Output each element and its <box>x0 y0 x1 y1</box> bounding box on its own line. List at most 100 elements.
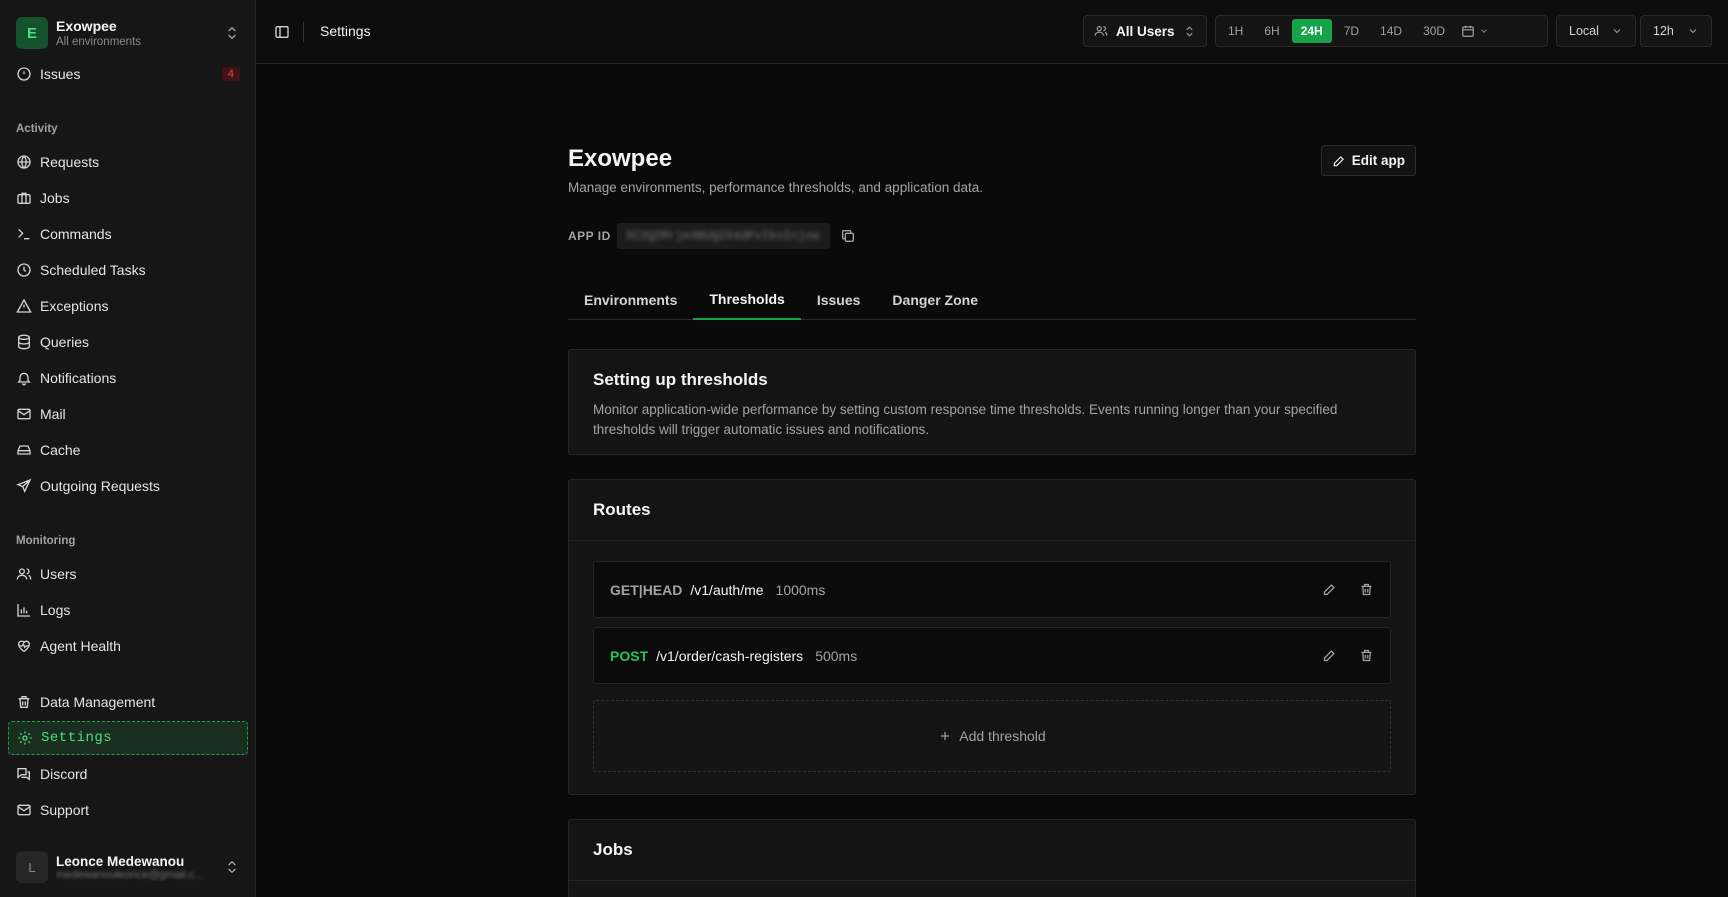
sidebar-item-label: Data Management <box>40 694 156 710</box>
copy-icon[interactable] <box>840 228 856 244</box>
sidebar-item-label: Scheduled Tasks <box>40 262 146 278</box>
workspace-switcher[interactable]: E Exowpee All environments <box>16 16 240 50</box>
sidebar-item-mail[interactable]: Mail <box>8 397 248 431</box>
app-id-text: 3C2QZMrje4BUQZ64dPvIkoInjow <box>625 229 820 243</box>
alert-circle-icon <box>17 67 31 81</box>
sidebar-item-support[interactable]: Support <box>8 793 248 827</box>
sidebar-item-data-management[interactable]: Data Management <box>8 685 248 719</box>
sidebar-item-label: Queries <box>40 334 90 350</box>
plus-icon <box>941 731 950 741</box>
sidebar-item-notifications[interactable]: Notifications <box>8 361 248 395</box>
issues-count-badge: 4 <box>221 67 240 81</box>
routes-card-header: Routes <box>569 480 1415 541</box>
bar-chart-icon <box>17 604 30 617</box>
edit-app-label: Edit app <box>1351 153 1405 168</box>
sidebar-item-outgoing-requests[interactable]: Outgoing Requests <box>8 469 248 503</box>
user-name: Leonce Medewanou <box>56 853 185 869</box>
range-14d-button[interactable]: 14D <box>1371 19 1411 43</box>
sidebar-item-label: Users <box>40 566 77 582</box>
routes-card: Routes GET|HEAD /v1/auth/me 1000ms POST … <box>568 479 1416 795</box>
sidebar-item-label: Outgoing Requests <box>40 478 160 494</box>
users-icon <box>1094 26 1108 36</box>
intro-description: Monitor application-wide performance by … <box>593 400 1391 440</box>
jobs-card: Jobs <box>568 819 1416 897</box>
sidebar-item-cache[interactable]: Cache <box>8 433 248 467</box>
globe-icon <box>17 155 31 169</box>
chevron-down-icon <box>1689 29 1697 34</box>
route-path: /v1/auth/me <box>690 581 764 598</box>
chat-bubbles-icon <box>17 768 30 781</box>
time-range-selector: 1H 6H 24H 7D 14D 30D <box>1215 15 1548 47</box>
trash-icon[interactable] <box>1359 582 1374 597</box>
trash-icon[interactable] <box>1359 648 1374 663</box>
threshold-row: POST /v1/order/cash-registers 500ms <box>593 627 1391 684</box>
sidebar-item-agent-health[interactable]: Agent Health <box>8 629 248 663</box>
sidebar-item-scheduled-tasks[interactable]: Scheduled Tasks <box>8 253 248 287</box>
briefcase-icon <box>17 192 31 204</box>
pencil-icon[interactable] <box>1322 582 1337 597</box>
pencil-icon[interactable] <box>1322 648 1337 663</box>
sidebar-item-label: Commands <box>40 226 112 242</box>
intro-description-line: Monitor application-wide performance by … <box>593 402 1338 417</box>
tab-environments[interactable]: Environments <box>568 279 693 320</box>
sidebar-item-requests[interactable]: Requests <box>8 145 248 179</box>
app-id-value: 3C2QZMrje4BUQZ64dPvIkoInjow <box>617 223 830 249</box>
clock-format-select[interactable]: 12h <box>1640 15 1712 47</box>
topbar: Settings All Users 1H 6H 24H 7D 14D 30D <box>256 0 1728 64</box>
add-threshold-label: Add threshold <box>959 728 1046 744</box>
range-1h-button[interactable]: 1H <box>1219 19 1252 43</box>
sidebar-item-logs[interactable]: Logs <box>8 593 248 627</box>
tab-thresholds[interactable]: Thresholds <box>693 279 801 320</box>
users-filter-dropdown[interactable]: All Users <box>1083 15 1207 47</box>
settings-tabs: Environments Thresholds Issues Danger Zo… <box>568 279 1416 320</box>
sidebar-item-exceptions[interactable]: Exceptions <box>8 289 248 323</box>
range-6h-button[interactable]: 6H <box>1255 19 1288 43</box>
tab-issues[interactable]: Issues <box>801 279 877 320</box>
avatar: L <box>16 851 48 883</box>
sidebar-item-issues[interactable]: Issues 4 <box>8 57 248 91</box>
send-icon <box>16 478 32 493</box>
range-7d-button[interactable]: 7D <box>1335 19 1368 43</box>
sidebar-item-queries[interactable]: Queries <box>8 325 248 359</box>
sidebar: E Exowpee All environments Issues 4 Acti… <box>0 0 256 897</box>
chevrons-up-down-icon <box>1186 25 1193 37</box>
users-filter-label: All Users <box>1116 23 1175 39</box>
jobs-card-divider <box>569 880 1415 881</box>
routes-title: Routes <box>593 500 651 519</box>
sidebar-item-discord[interactable]: Discord <box>8 757 248 791</box>
sidebar-item-label: Cache <box>40 442 81 458</box>
clock-format-value: 12h <box>1653 24 1674 38</box>
sidebar-item-jobs[interactable]: Jobs <box>8 181 248 215</box>
sidebar-item-users[interactable]: Users <box>8 557 248 591</box>
chevron-down-icon <box>1481 29 1487 33</box>
sidebar-toggle-icon[interactable] <box>274 24 290 40</box>
custom-range-button[interactable] <box>1461 24 1489 38</box>
sidebar-item-label: Exceptions <box>40 298 109 314</box>
sidebar-item-label: Settings <box>41 730 113 746</box>
intro-description-line: thresholds will trigger automatic issues… <box>593 422 930 437</box>
sidebar-item-label: Discord <box>40 766 88 782</box>
chevrons-up-down-icon <box>228 26 236 40</box>
tab-danger-zone[interactable]: Danger Zone <box>876 279 994 320</box>
range-30d-button[interactable]: 30D <box>1414 19 1454 43</box>
app-root: E Exowpee All environments Issues 4 Acti… <box>0 0 1728 897</box>
app-id-label: APP ID <box>568 229 611 243</box>
thresholds-intro-card: Setting up thresholds Monitor applicatio… <box>568 349 1416 455</box>
intro-title: Setting up thresholds <box>593 370 768 389</box>
sidebar-item-label: Requests <box>40 154 100 170</box>
timezone-select[interactable]: Local <box>1556 15 1636 47</box>
sidebar-item-commands[interactable]: Commands <box>8 217 248 251</box>
edit-app-button[interactable]: Edit app <box>1320 145 1416 176</box>
sidebar-item-settings[interactable]: Settings <box>8 721 248 755</box>
user-email: medewanouleonce@gmail.c... <box>56 868 204 881</box>
users-icon <box>16 568 32 580</box>
add-threshold-button[interactable]: Add threshold <box>593 700 1391 772</box>
sidebar-item-label: Issues <box>40 66 81 82</box>
range-24h-button[interactable]: 24H <box>1291 19 1332 43</box>
database-icon <box>18 334 30 350</box>
mail-icon <box>17 408 31 420</box>
trash-icon <box>18 696 30 708</box>
workspace-info: Exowpee All environments <box>56 18 224 49</box>
gear-icon <box>18 731 32 745</box>
user-menu[interactable]: L Leonce Medewanou medewanouleonce@gmail… <box>16 850 240 884</box>
